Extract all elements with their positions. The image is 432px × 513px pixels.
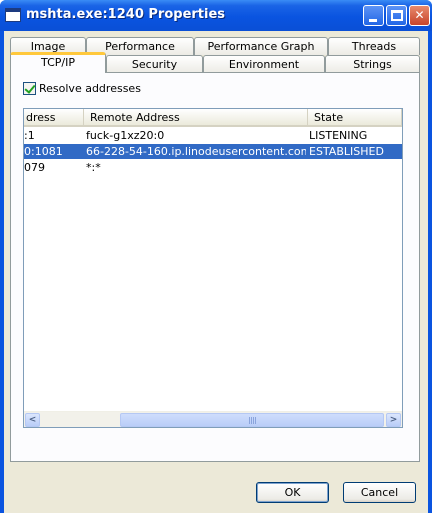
chevron-left-icon: < — [28, 415, 37, 425]
grip-icon — [249, 417, 257, 424]
window-title: mshta.exe:1240 Properties — [26, 7, 226, 22]
minimize-icon — [369, 19, 377, 22]
title-bar[interactable]: mshta.exe:1240 Properties ✕ — [0, 0, 432, 31]
column-header-state[interactable]: State — [308, 109, 402, 126]
cell-state: LISTENING — [309, 129, 368, 142]
cell-state: ESTABLISHED — [309, 145, 384, 158]
column-header-local-address[interactable]: dress — [24, 109, 84, 126]
tab-strings[interactable]: Strings — [325, 55, 420, 73]
close-icon: ✕ — [414, 8, 425, 22]
cell-local-address: 079 — [24, 161, 45, 174]
scroll-right-button[interactable]: > — [386, 413, 401, 427]
tab-environment[interactable]: Environment — [203, 55, 325, 73]
table-row-selected[interactable]: 0:1081 66-228-54-160.ip.linodeuserconten… — [24, 144, 402, 159]
minimize-button[interactable] — [363, 5, 384, 26]
tab-threads[interactable]: Threads — [328, 37, 420, 55]
close-button[interactable]: ✕ — [409, 5, 430, 26]
cell-remote-address: fuck-g1xz20:0 — [86, 129, 165, 142]
tab-security[interactable]: Security — [106, 55, 203, 73]
table-row[interactable]: 079 *:* — [24, 160, 402, 175]
maximize-icon — [391, 10, 403, 21]
cell-local-address: :1 — [24, 129, 35, 142]
scrollbar-thumb[interactable] — [120, 413, 384, 427]
resolve-addresses-checkbox[interactable] — [23, 82, 36, 95]
properties-window: mshta.exe:1240 Properties ✕ Image Perfor… — [0, 0, 432, 513]
connections-list[interactable]: dress Remote Address State :1 fuck-g1xz2… — [23, 108, 403, 428]
cell-local-address: 0:1081 — [24, 145, 63, 158]
resolve-addresses-label[interactable]: Resolve addresses — [39, 82, 141, 95]
horizontal-scrollbar[interactable]: < > — [24, 411, 402, 427]
maximize-button[interactable] — [386, 5, 407, 26]
tab-tcpip[interactable]: TCP/IP — [10, 52, 106, 73]
cell-remote-address: *:* — [86, 161, 101, 174]
ok-button[interactable]: OK — [256, 482, 329, 503]
tab-performance-graph[interactable]: Performance Graph — [194, 37, 328, 55]
table-row[interactable]: :1 fuck-g1xz20:0 LISTENING — [24, 128, 402, 143]
list-header: dress Remote Address State — [24, 109, 402, 127]
application-icon[interactable] — [5, 8, 21, 22]
scroll-left-button[interactable]: < — [25, 413, 40, 427]
dialog-body: Image Performance Performance Graph Thre… — [4, 31, 428, 513]
column-header-remote-address[interactable]: Remote Address — [84, 109, 308, 126]
cell-remote-address: 66-228-54-160.ip.linodeusercontent.com:h… — [86, 145, 306, 158]
cancel-button[interactable]: Cancel — [343, 482, 416, 503]
chevron-right-icon: > — [389, 415, 398, 425]
tcpip-panel: Resolve addresses dress Remote Address S… — [10, 72, 420, 462]
